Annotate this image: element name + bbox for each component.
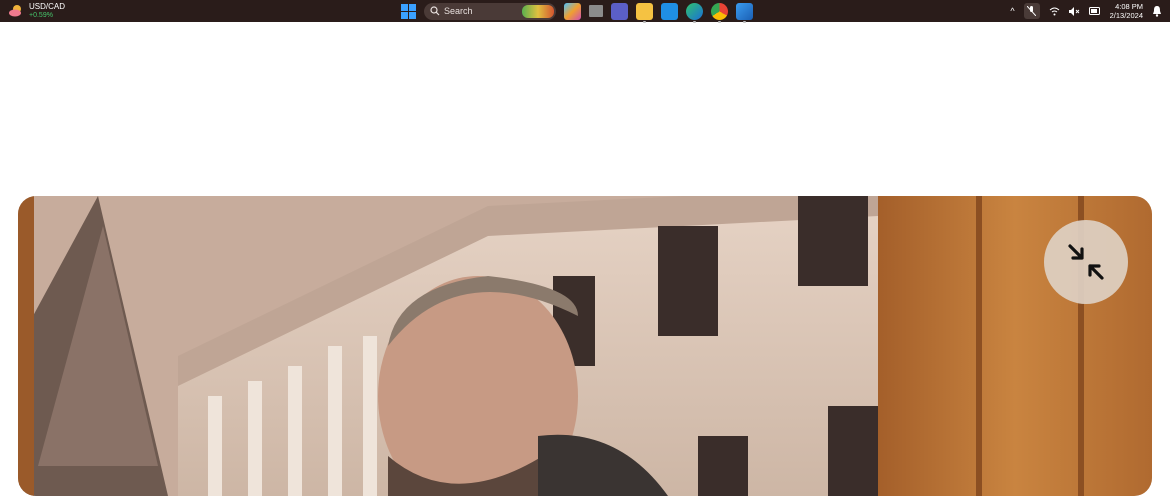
ticker-change: +0.59% bbox=[29, 12, 53, 19]
clock-date: 2/13/2024 bbox=[1109, 11, 1143, 20]
speaker-muted-icon[interactable] bbox=[1068, 6, 1080, 16]
video-player[interactable] bbox=[18, 196, 1152, 496]
microphone-muted-icon[interactable] bbox=[1023, 3, 1040, 19]
taskbar: USD/CAD +0.59% Search ^ 4:08 PM 2/13/202… bbox=[0, 0, 1170, 23]
search-icon bbox=[430, 6, 440, 16]
photos-icon[interactable] bbox=[736, 2, 753, 23]
system-tray: ^ 4:08 PM 2/13/2024 bbox=[1010, 0, 1162, 22]
video-frame-image bbox=[18, 196, 1152, 496]
weather-sun-cloud-icon bbox=[9, 5, 21, 17]
windows-start-icon[interactable] bbox=[401, 3, 416, 19]
collapse-arrows-icon bbox=[1068, 244, 1104, 280]
chrome-icon[interactable] bbox=[711, 2, 728, 23]
file-explorer-app-icon[interactable] bbox=[589, 5, 603, 17]
notification-bell-icon[interactable] bbox=[1152, 5, 1162, 17]
chevron-up-icon[interactable]: ^ bbox=[1010, 6, 1014, 16]
taskbar-center: Search bbox=[401, 0, 753, 23]
search-label: Search bbox=[444, 6, 473, 16]
edge-icon[interactable] bbox=[686, 2, 703, 23]
mail-icon[interactable] bbox=[661, 2, 678, 20]
taskbar-search-box[interactable]: Search bbox=[424, 2, 556, 20]
clock-time: 4:08 PM bbox=[1115, 2, 1143, 11]
copilot-icon[interactable] bbox=[564, 2, 581, 20]
teams-icon[interactable] bbox=[611, 2, 628, 20]
stock-ticker-widget[interactable]: USD/CAD +0.59% bbox=[8, 0, 65, 22]
wifi-icon[interactable] bbox=[1049, 7, 1060, 16]
folder-icon[interactable] bbox=[636, 2, 653, 23]
battery-icon[interactable] bbox=[1088, 7, 1101, 15]
search-highlight-image bbox=[522, 4, 554, 18]
collapse-button[interactable] bbox=[1044, 220, 1128, 304]
ticker-symbol: USD/CAD bbox=[29, 2, 66, 11]
clock[interactable]: 4:08 PM 2/13/2024 bbox=[1110, 2, 1143, 20]
